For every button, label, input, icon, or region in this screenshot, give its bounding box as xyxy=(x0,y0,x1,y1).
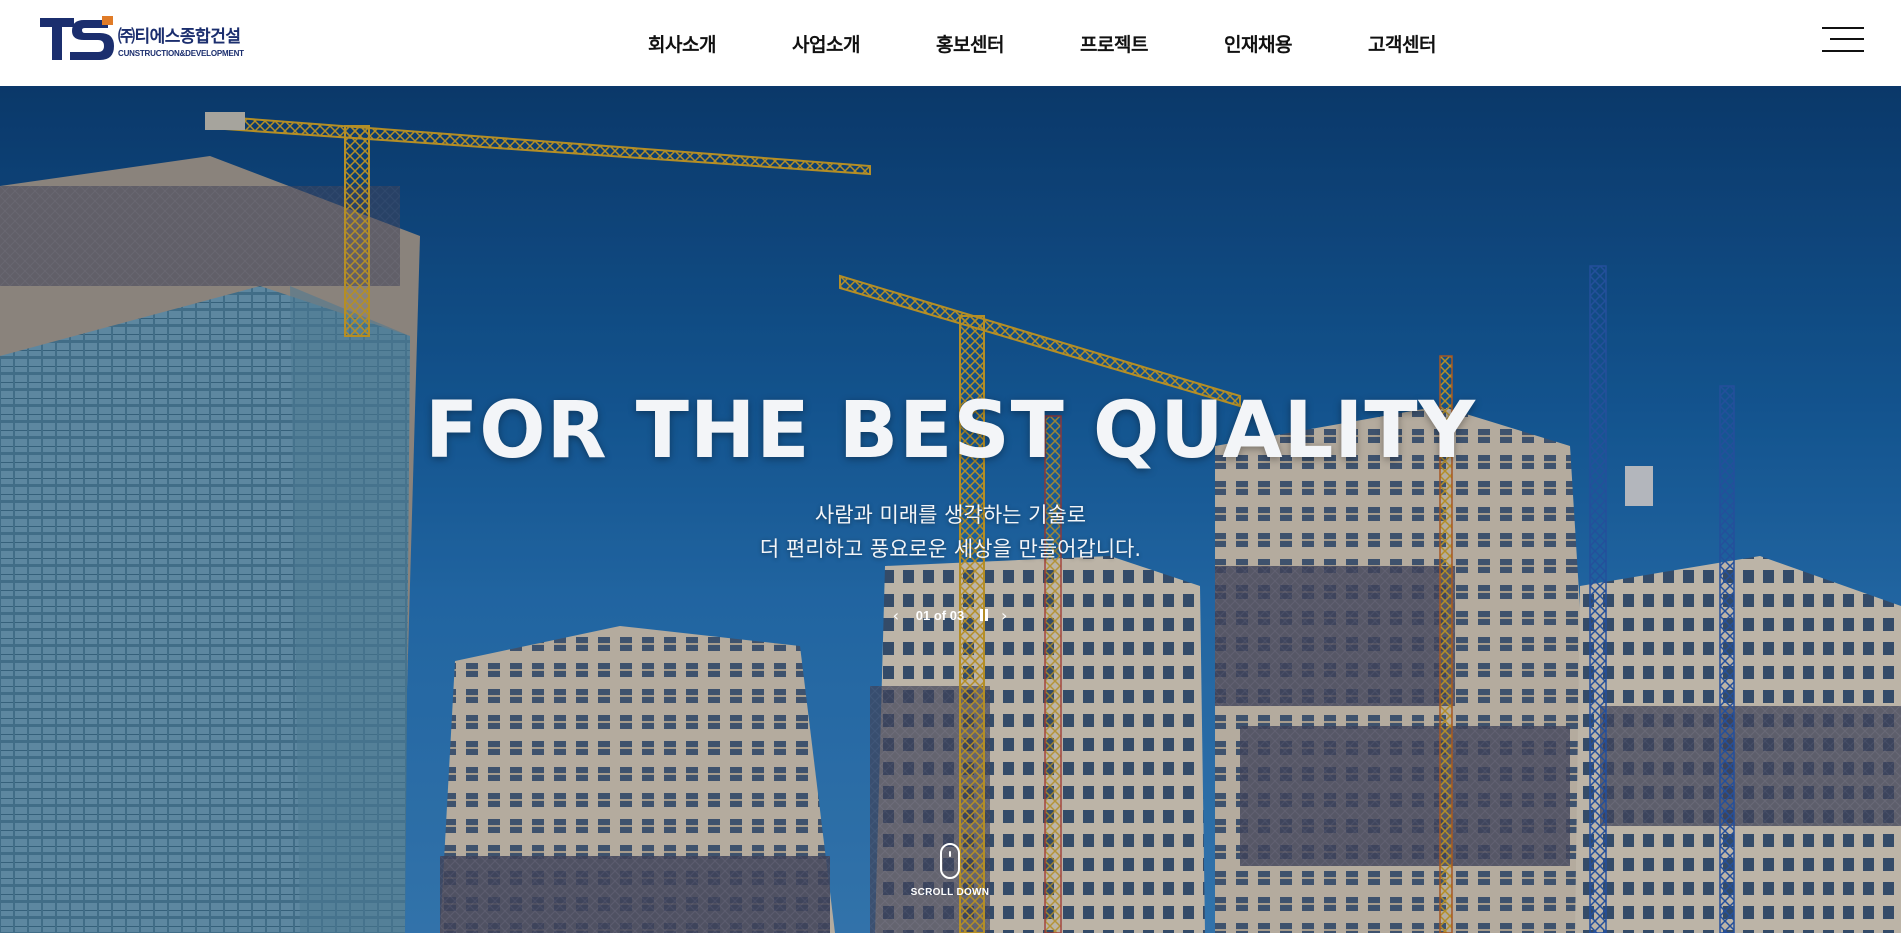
nav-business[interactable]: 사업소개 xyxy=(754,30,898,57)
chevron-right-icon[interactable]: › xyxy=(994,604,1014,626)
slider-controls: ‹ 01 of 03 › xyxy=(880,604,1020,626)
hero-subtitle: 사람과 미래를 생각하는 기술로 더 편리하고 풍요로운 세상을 만들어갑니다. xyxy=(0,498,1901,566)
nav-customer-center[interactable]: 고객센터 xyxy=(1330,30,1474,57)
pause-bars xyxy=(979,609,989,621)
site-header: ㈜티에스종합건설 CUNSTRUCTION&DEVELOPMENT 회사소개 사… xyxy=(0,0,1901,86)
scroll-down-label: SCROLL DOWN xyxy=(910,887,990,898)
slide-counter: 01 of 03 xyxy=(915,607,965,623)
hero-subtitle-line-2: 더 편리하고 풍요로운 세상을 만들어갑니다. xyxy=(759,537,1142,561)
chevron-left-icon[interactable]: ‹ xyxy=(886,604,906,626)
company-name-en: CUNSTRUCTION&DEVELOPMENT xyxy=(118,49,244,58)
company-logo[interactable]: ㈜티에스종합건설 CUNSTRUCTION&DEVELOPMENT xyxy=(40,16,244,62)
main-nav: 회사소개 사업소개 홍보센터 프로젝트 인재채용 고객센터 xyxy=(610,0,1474,86)
ts-logo-mark-icon xyxy=(40,16,114,60)
menu-line xyxy=(1822,27,1864,29)
hero-slider: FOR THE BEST QUALITY 사람과 미래를 생각하는 기술로 더 … xyxy=(0,86,1901,933)
nav-recruit[interactable]: 인재채용 xyxy=(1186,30,1330,57)
menu-line xyxy=(1830,38,1864,40)
nav-pr-center[interactable]: 홍보센터 xyxy=(898,30,1042,57)
nav-company[interactable]: 회사소개 xyxy=(610,30,754,57)
hamburger-menu-icon[interactable] xyxy=(1822,26,1864,54)
menu-line xyxy=(1822,50,1864,52)
logo-text: ㈜티에스종합건설 CUNSTRUCTION&DEVELOPMENT xyxy=(118,22,244,58)
mouse-icon xyxy=(940,843,960,879)
hero-subtitle-line-1: 사람과 미래를 생각하는 기술로 xyxy=(814,503,1087,527)
company-name-ko: ㈜티에스종합건설 xyxy=(118,27,241,47)
nav-projects[interactable]: 프로젝트 xyxy=(1042,30,1186,57)
scroll-down-button[interactable]: SCROLL DOWN xyxy=(900,843,1000,898)
pause-icon[interactable] xyxy=(974,604,994,626)
hero-title: FOR THE BEST QUALITY xyxy=(424,386,1477,476)
